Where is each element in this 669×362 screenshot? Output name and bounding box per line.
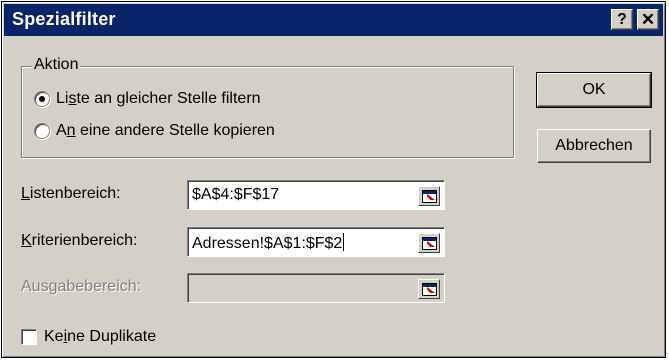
radio-button-checked[interactable]: [34, 91, 50, 107]
radio-filter-in-place[interactable]: Liste an gleicher Stelle filtern: [34, 88, 261, 110]
help-button[interactable]: ?: [611, 9, 633, 30]
criteria-range-label: Kriterienbereich:: [21, 232, 138, 249]
no-duplicates-checkbox[interactable]: [21, 329, 37, 345]
radio-copy-label: An eine andere Stelle kopieren: [56, 122, 275, 139]
radio-button-unchecked[interactable]: [34, 123, 50, 139]
collapse-dialog-icon: [418, 279, 440, 299]
close-button[interactable]: ✕: [637, 9, 659, 30]
action-group: Aktion Liste an gleicher Stelle filtern …: [21, 56, 514, 158]
collapse-dialog-icon[interactable]: [418, 233, 440, 253]
collapse-dialog-icon[interactable]: [418, 186, 440, 206]
output-range-input: [187, 273, 445, 303]
list-range-input[interactable]: $A$4:$F$17: [187, 180, 445, 210]
radio-filter-in-place-label: Liste an gleicher Stelle filtern: [56, 90, 261, 107]
cancel-button[interactable]: Abbrechen: [537, 129, 651, 163]
criteria-range-value: Adressen!$A$1:$F$2: [192, 233, 345, 252]
no-duplicates-label: Keine Duplikate: [44, 328, 157, 345]
criteria-range-input[interactable]: Adressen!$A$1:$F$2: [187, 227, 445, 257]
dialog-title: Spezialfilter: [12, 9, 116, 29]
action-group-legend: Aktion: [32, 56, 81, 74]
radio-copy-to-other-location[interactable]: An eine andere Stelle kopieren: [34, 120, 275, 142]
list-range-label: Listenbereich:: [21, 185, 121, 202]
title-bar[interactable]: Spezialfilter ? ✕: [4, 4, 663, 36]
ok-button[interactable]: OK: [536, 72, 652, 108]
list-range-value: $A$4:$F$17: [192, 186, 280, 203]
no-duplicates-checkbox-row[interactable]: Keine Duplikate: [21, 328, 156, 346]
output-range-label: Ausgabebereich:: [21, 278, 142, 295]
